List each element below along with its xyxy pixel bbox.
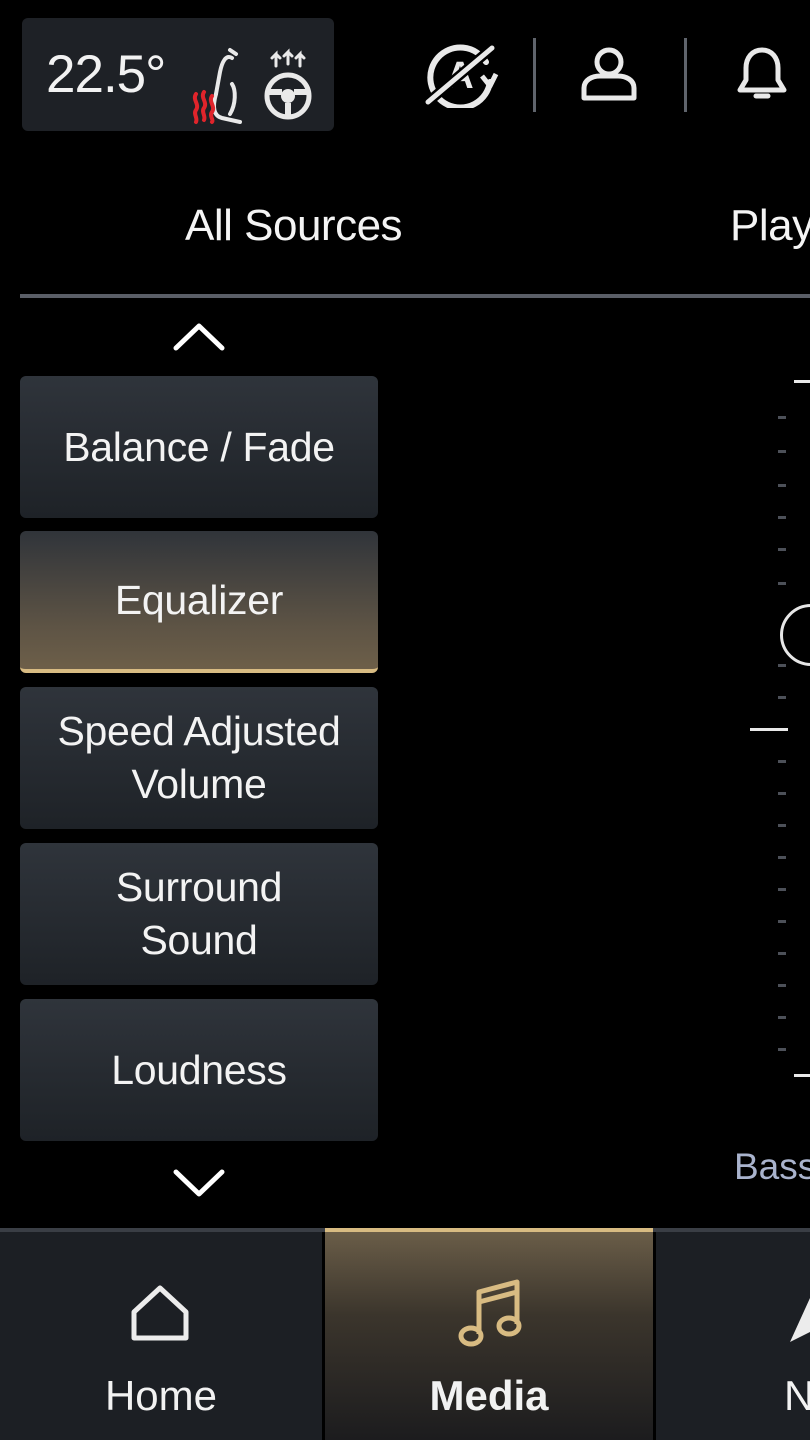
- menu-item-label: Loudness: [111, 1046, 287, 1093]
- slider-tick: [778, 484, 786, 487]
- nav-media[interactable]: Media: [325, 1228, 653, 1440]
- slider-max-tick: [794, 380, 810, 383]
- status-divider: [684, 38, 687, 112]
- slider-center-tick: [750, 728, 788, 731]
- climate-panel[interactable]: 22.5°: [22, 18, 334, 131]
- menu-item-label: Speed Adjusted: [57, 708, 341, 754]
- music-note-icon: [458, 1279, 522, 1347]
- heated-steering-wheel-icon[interactable]: [262, 48, 314, 122]
- status-divider: [533, 38, 536, 112]
- slider-tick: [778, 1048, 786, 1051]
- nav-navigation-label: N: [784, 1372, 810, 1419]
- slider-tick: [778, 792, 786, 795]
- heated-seat-icon[interactable]: [188, 44, 248, 126]
- slider-tick: [778, 416, 786, 419]
- tab-divider: [20, 294, 810, 298]
- slider-tick: [778, 516, 786, 519]
- menu-item-label-line2: Sound: [140, 917, 258, 963]
- nav-navigation[interactable]: N: [656, 1232, 810, 1440]
- slider-tick: [778, 824, 786, 827]
- slider-tick: [778, 984, 786, 987]
- slider-tick: [778, 548, 786, 551]
- slider-min-tick: [794, 1074, 810, 1077]
- bass-slider-label: Bass: [734, 1146, 810, 1187]
- menu-item-label: Equalizer: [114, 576, 284, 623]
- slider-tick: [778, 920, 786, 923]
- slider-tick: [778, 760, 786, 763]
- slider-tick: [778, 856, 786, 859]
- menu-item-surround-sound[interactable]: Surround Sound: [20, 843, 378, 985]
- home-icon: [131, 1285, 189, 1341]
- slider-tick: [778, 1016, 786, 1019]
- auto-start-stop-off-icon[interactable]: A: [420, 40, 500, 108]
- slider-tick: [778, 582, 786, 585]
- slider-tick: [778, 696, 786, 699]
- nav-media-label: Media: [429, 1372, 549, 1419]
- bass-slider-knob[interactable]: [780, 604, 810, 666]
- nav-home-label: Home: [104, 1372, 218, 1419]
- menu-item-label-line2: Volume: [131, 761, 267, 807]
- menu-item-label: Balance / Fade: [63, 423, 335, 470]
- scroll-up-chevron-icon[interactable]: [168, 318, 230, 354]
- menu-item-speed-adjusted-volume[interactable]: Speed Adjusted Volume: [20, 687, 378, 829]
- slider-tick: [778, 888, 786, 891]
- bell-icon[interactable]: [736, 44, 788, 104]
- slider-tick: [778, 664, 786, 667]
- tab-all-sources[interactable]: All Sources: [185, 196, 403, 256]
- temperature-readout[interactable]: 22.5°: [46, 18, 166, 131]
- menu-item-balance-fade[interactable]: Balance / Fade: [20, 376, 378, 518]
- slider-tick: [778, 450, 786, 453]
- scroll-down-chevron-icon[interactable]: [168, 1166, 230, 1202]
- slider-tick: [778, 952, 786, 955]
- menu-item-equalizer[interactable]: Equalizer: [20, 531, 378, 673]
- menu-item-loudness[interactable]: Loudness: [20, 999, 378, 1141]
- user-profile-icon[interactable]: [578, 46, 640, 102]
- tab-play[interactable]: Play: [730, 196, 810, 256]
- nav-home[interactable]: Home: [0, 1232, 322, 1440]
- navigation-arrow-icon: [790, 1298, 810, 1342]
- menu-item-label: Surround: [115, 864, 283, 910]
